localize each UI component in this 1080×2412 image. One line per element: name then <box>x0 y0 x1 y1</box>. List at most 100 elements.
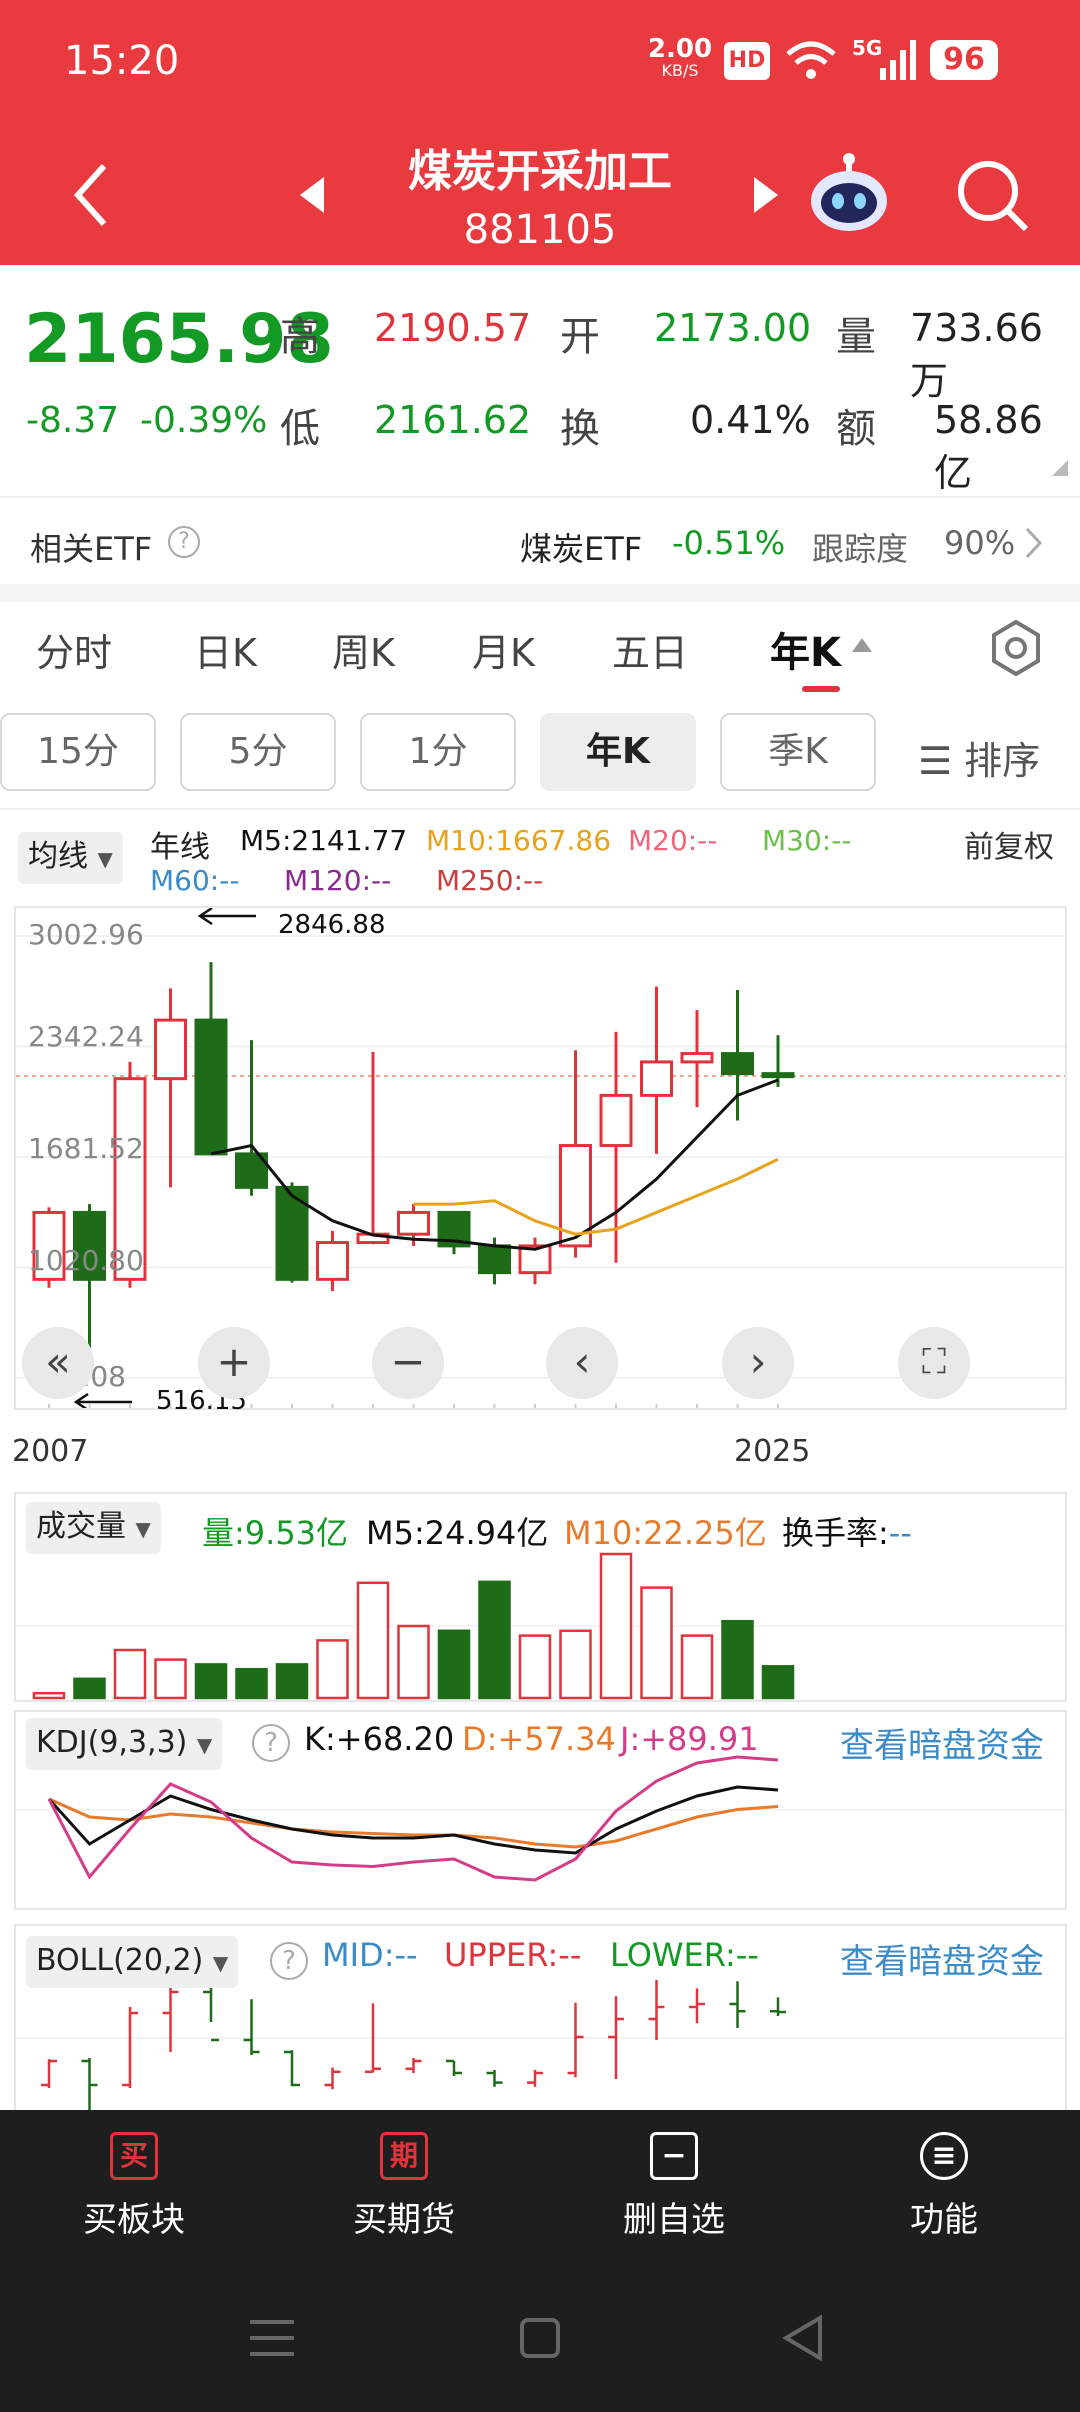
dark-pool-link[interactable]: 查看暗盘资金 <box>840 1718 1044 1767</box>
candle-body <box>397 1210 430 1236</box>
volume-bar <box>194 1663 228 1700</box>
subtab-5min[interactable]: 5分 <box>180 713 336 791</box>
prev-stock-icon[interactable] <box>298 175 326 215</box>
volume-bar <box>356 1581 390 1700</box>
volume-bar <box>478 1580 511 1700</box>
turnover-value: 0.41% <box>690 398 811 442</box>
ma-m20: M20:-- <box>628 824 718 857</box>
zoom-in-button[interactable]: + <box>198 1327 270 1399</box>
volume-m5: M5:24.94亿 <box>366 1514 549 1552</box>
tab-yearly[interactable]: 年K <box>770 620 841 678</box>
volume-bar <box>32 1691 66 1700</box>
volume-bar <box>275 1663 309 1700</box>
kline-chart-panel[interactable]: 3002.96 2342.24 1681.52 1020.80 360.08 2… <box>14 906 1067 1416</box>
functions-icon: ≡ <box>920 2132 968 2180</box>
kline-chart[interactable] <box>16 908 1065 1408</box>
buy-sector-label: 买板块 <box>83 2200 185 2240</box>
boll-upper: UPPER:-- <box>444 1936 582 1974</box>
nav-menu-icon[interactable] <box>248 2316 296 2360</box>
caret-down-icon: ▼ <box>97 847 113 871</box>
help-icon[interactable]: ? <box>168 526 200 558</box>
volume-bar <box>437 1629 471 1700</box>
functions-button[interactable]: ≡ 功能 <box>844 2132 1044 2241</box>
functions-label: 功能 <box>910 2200 978 2240</box>
ma-m5: M5:2141.77 <box>240 824 408 857</box>
wifi-icon <box>786 41 836 79</box>
volume-bar <box>640 1586 673 1700</box>
candle-body <box>316 1241 349 1281</box>
candle-body <box>721 1052 754 1076</box>
status-time: 15:20 <box>64 38 180 84</box>
candle-body <box>640 1060 673 1097</box>
remove-watchlist-button[interactable]: − 删自选 <box>574 2132 774 2241</box>
nav-home-icon[interactable] <box>518 2316 562 2360</box>
amount-value: 58.86亿 <box>934 398 1043 495</box>
candle-body <box>761 1072 795 1079</box>
ma-m30: M30:-- <box>762 824 852 857</box>
volume-m10: M10:22.25亿 <box>564 1514 767 1552</box>
kdj-j-line <box>47 1755 779 1882</box>
track-value: 90% <box>944 524 1016 562</box>
dark-pool-link[interactable]: 查看暗盘资金 <box>840 1934 1044 1983</box>
candle-body <box>194 1018 228 1156</box>
candle-body <box>599 1093 633 1148</box>
x-label-end: 2025 <box>734 1434 811 1469</box>
volume-bar <box>721 1619 754 1700</box>
sort-button[interactable]: ☰ 排序 <box>918 730 1040 785</box>
expand-corner-icon[interactable] <box>1050 458 1070 478</box>
subtab-yearly[interactable]: 年K <box>540 713 696 791</box>
tab-daily[interactable]: 日K <box>194 622 257 677</box>
back-icon[interactable] <box>70 160 110 230</box>
buy-futures-button[interactable]: 期 买期货 <box>304 2132 504 2241</box>
etf-row[interactable]: 相关ETF ? 煤炭ETF -0.51% 跟踪度 90% <box>0 498 1080 584</box>
etf-label: 相关ETF <box>30 530 153 568</box>
kdj-dropdown[interactable]: KDJ(9,3,3) ▼ <box>26 1718 223 1770</box>
adjust-mode[interactable]: 前复权 <box>964 822 1054 866</box>
boll-lower: LOWER:-- <box>610 1936 759 1974</box>
help-icon[interactable]: ? <box>270 1942 308 1980</box>
ma-m250: M250:-- <box>436 864 544 897</box>
tab-monthly[interactable]: 月K <box>472 622 535 677</box>
tab-weekly[interactable]: 周K <box>332 622 395 677</box>
boll-mid: MID:-- <box>322 1936 418 1974</box>
kdj-k: K:+68.20 <box>304 1720 455 1758</box>
buy-sector-button[interactable]: 买 买板块 <box>34 2132 234 2241</box>
caret-down-icon: ▼ <box>196 1733 213 1757</box>
subtab-quarterly[interactable]: 季K <box>720 713 876 791</box>
minus-box-icon: − <box>650 2132 698 2180</box>
next-stock-icon[interactable] <box>752 175 780 215</box>
kdj-d: D:+57.34 <box>462 1720 616 1758</box>
y-label-2: 2342.24 <box>28 1020 144 1053</box>
nav-bar: 煤炭开采加工 881105 <box>0 125 1080 265</box>
tab-five-day[interactable]: 五日 <box>612 622 688 677</box>
zoom-out-button[interactable]: − <box>372 1327 444 1399</box>
robot-icon[interactable] <box>806 149 892 235</box>
ma-dropdown[interactable]: 均线 ▼ <box>18 832 123 884</box>
min-arrow <box>73 1392 132 1408</box>
subtab-15min[interactable]: 15分 <box>0 713 156 791</box>
rewind-button[interactable]: « <box>22 1327 94 1399</box>
hd-icon: HD <box>724 42 770 80</box>
settings-icon[interactable] <box>986 618 1046 678</box>
tab-fenshi[interactable]: 分时 <box>36 622 112 677</box>
x-label-start: 2007 <box>12 1434 89 1469</box>
subtab-1min[interactable]: 1分 <box>360 713 516 791</box>
caret-up-icon <box>852 638 872 652</box>
volume-bar <box>154 1658 187 1700</box>
nav-back-icon[interactable] <box>780 2314 824 2362</box>
fullscreen-button[interactable]: ⛶ <box>898 1327 970 1399</box>
network-speed: 2.00 KB/S <box>647 34 713 80</box>
ma-m60: M60:-- <box>150 864 240 897</box>
status-bar: 15:20 2.00 KB/S HD 5G 96 <box>0 0 1080 125</box>
candle-body <box>478 1244 511 1275</box>
menu-icon: ☰ <box>918 739 953 783</box>
high-label: 高 <box>280 314 320 360</box>
scroll-right-button[interactable]: › <box>722 1327 794 1399</box>
network-type: 5G <box>852 36 883 60</box>
divider <box>0 808 1080 810</box>
boll-dropdown[interactable]: BOLL(20,2) ▼ <box>26 1936 239 1988</box>
help-icon[interactable]: ? <box>252 1724 290 1762</box>
volume-dropdown[interactable]: 成交量 ▼ <box>26 1502 161 1554</box>
scroll-left-button[interactable]: ‹ <box>546 1327 618 1399</box>
search-icon[interactable] <box>954 157 1030 233</box>
